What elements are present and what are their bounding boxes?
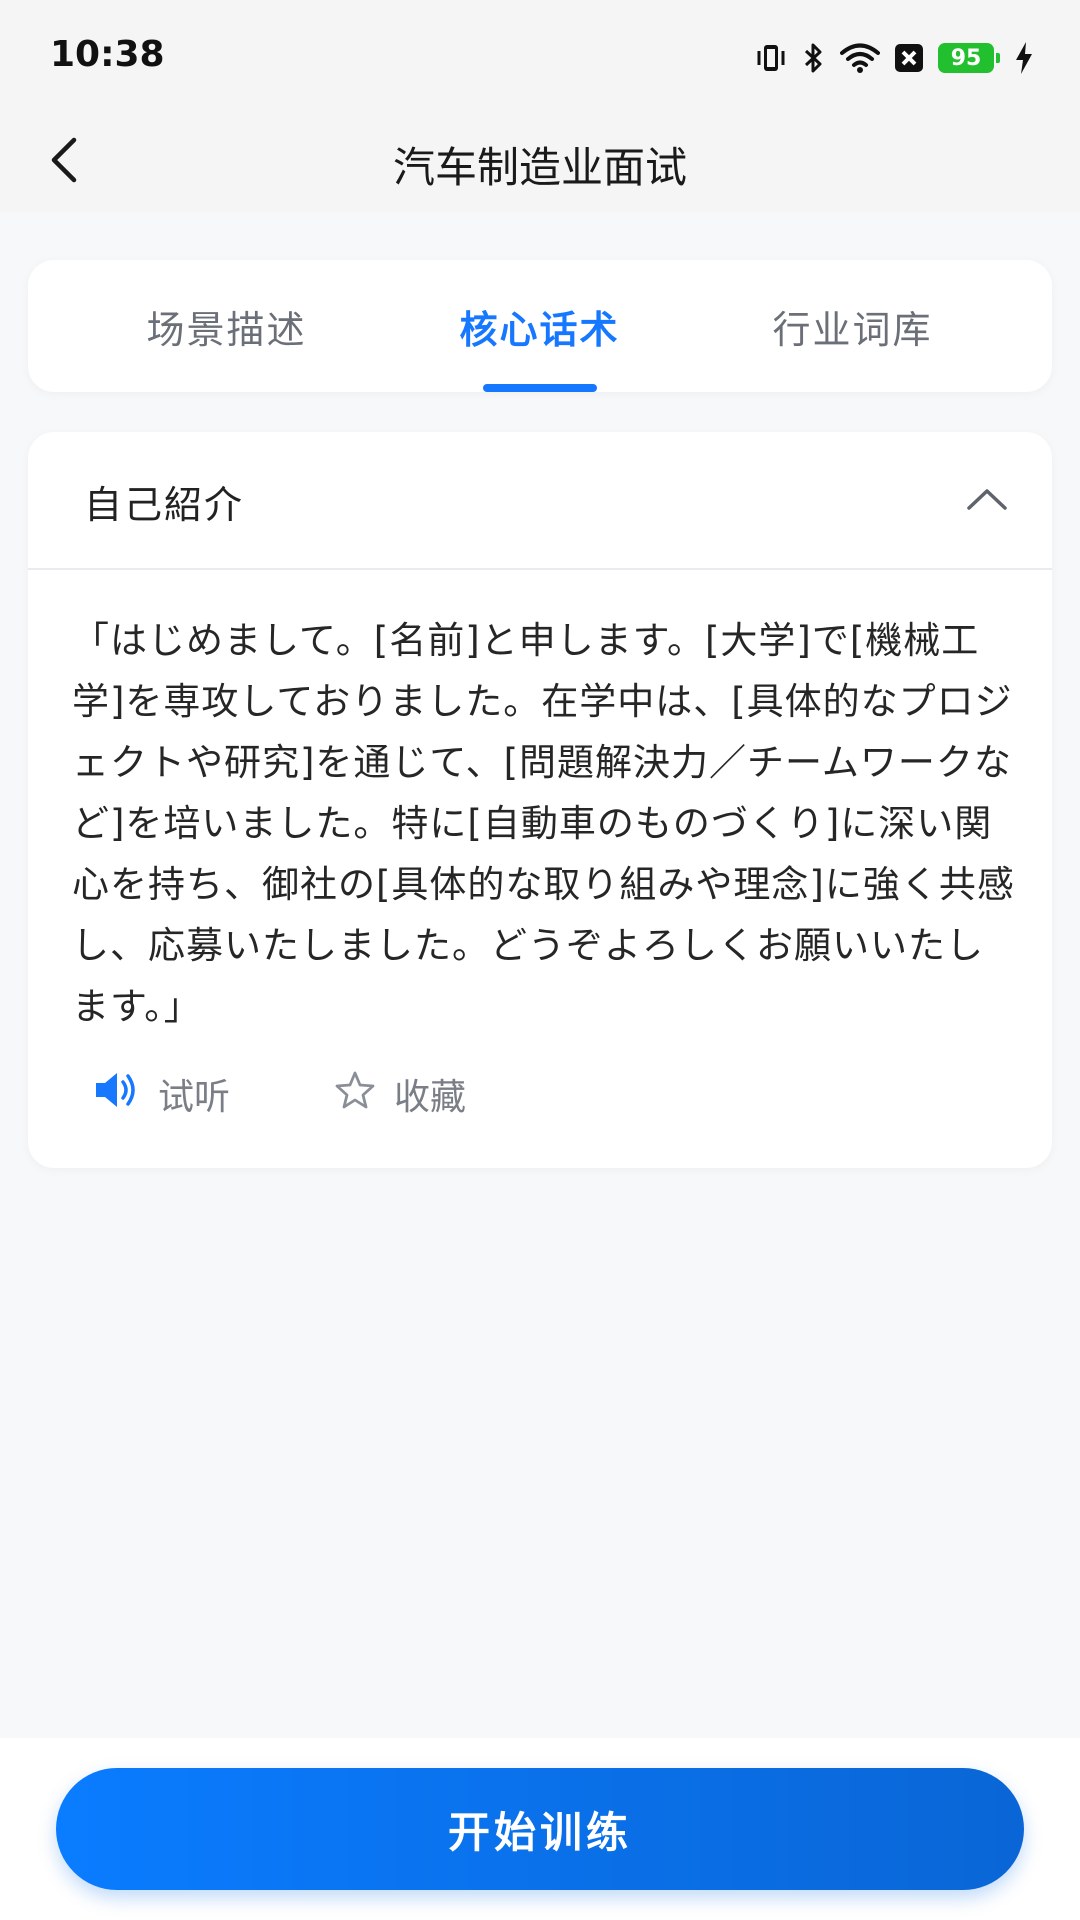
script-actions: 试听 收藏: [94, 1064, 466, 1124]
script-text: 「はじめまして。[名前]と申します。[大学]で[機械工学]を専攻しておりました。…: [72, 619, 1015, 1028]
bluetooth-icon: [802, 41, 826, 75]
listen-button[interactable]: 试听: [94, 1068, 230, 1120]
status-icons: 95: [754, 38, 1034, 78]
active-tab-indicator: [483, 384, 597, 392]
section-header[interactable]: 自己紹介: [28, 432, 1052, 570]
section-title: 自己紹介: [84, 483, 245, 527]
vibrate-icon: [754, 41, 788, 75]
tab-core-script[interactable]: 核心话术: [369, 260, 710, 392]
speaker-icon: [94, 1070, 140, 1119]
status-bar: 10:38 95: [0, 0, 1080, 110]
chevron-up-icon: [966, 486, 1008, 516]
favorite-label: 收藏: [394, 1077, 467, 1118]
page-title: 汽车制造业面试: [392, 143, 687, 192]
tab-bar: 场景描述 核心话术 行业词库: [28, 260, 1052, 392]
bottom-bar: 开始训练: [0, 1738, 1080, 1920]
start-training-button[interactable]: 开始训练: [56, 1768, 1024, 1890]
favorite-button[interactable]: 收藏: [334, 1068, 466, 1120]
wifi-icon: [840, 42, 880, 74]
collapse-toggle[interactable]: [962, 476, 1012, 526]
charging-icon: [1014, 41, 1034, 75]
header: 汽车制造业面试: [0, 110, 1080, 212]
status-time: 10:38: [50, 34, 165, 75]
script-card: 自己紹介 「はじめまして。[名前]と申します。[大学]で[機械工学]を専攻してお…: [28, 432, 1052, 1168]
listen-label: 试听: [158, 1077, 231, 1118]
battery-icon: 95: [938, 43, 1000, 73]
tab-scene-description[interactable]: 场景描述: [56, 260, 397, 392]
star-icon: [334, 1070, 376, 1119]
tab-industry-vocabulary[interactable]: 行业词库: [682, 260, 1023, 392]
sim-off-icon: [894, 43, 924, 73]
